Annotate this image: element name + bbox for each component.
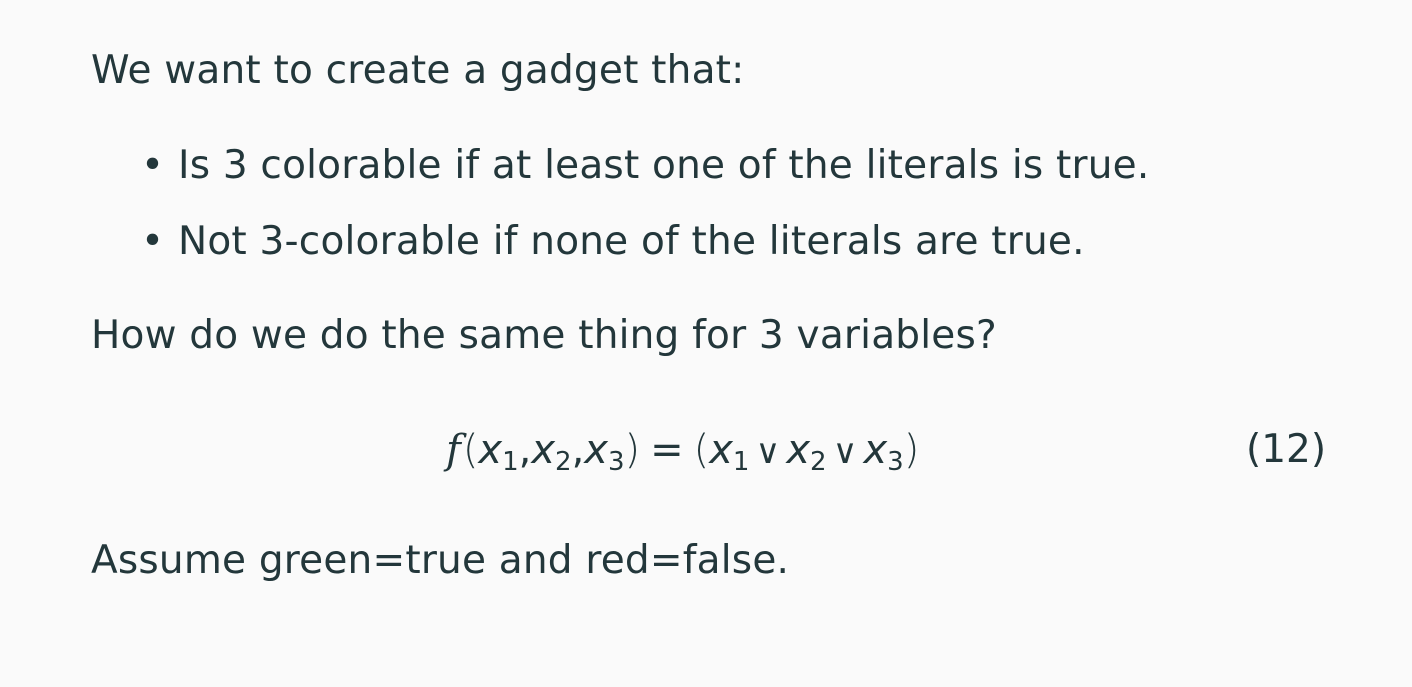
equation-subscript: 3: [607, 447, 625, 477]
bullet-icon: •: [141, 219, 165, 264]
equation-variable: x: [709, 427, 733, 473]
equation-or-operator: ∨: [755, 432, 781, 472]
equation-variable: x: [584, 427, 608, 473]
equation-number: (12): [1246, 427, 1327, 472]
equation-comma: ,: [571, 427, 585, 473]
equation-subscript: 1: [502, 447, 519, 477]
equation-equals: =: [650, 427, 684, 473]
equation: f(x1,x2,x3) = (x1 ∨ x2 ∨ x3): [446, 425, 919, 487]
equation-variable: x: [863, 427, 888, 473]
equation-or-operator: ∨: [832, 432, 858, 472]
question-paragraph: How do we do the same thing for 3 variab…: [91, 313, 997, 358]
equation-function: f: [446, 427, 461, 473]
slide: We want to create a gadget that: • Is 3 …: [0, 0, 1412, 687]
bullet-icon: •: [141, 143, 165, 188]
equation-close-paren: ): [624, 427, 641, 473]
equation-subscript: 2: [555, 447, 572, 477]
equation-subscript: 1: [732, 447, 750, 477]
equation-subscript: 2: [810, 447, 827, 477]
equation-open-paren: (: [693, 427, 710, 473]
bullet-text: Not 3-colorable if none of the literals …: [178, 219, 1085, 264]
bullet-text: Is 3 colorable if at least one of the li…: [178, 143, 1150, 188]
equation-variable: x: [478, 427, 503, 473]
equation-close-paren: ): [903, 427, 920, 473]
intro-paragraph: We want to create a gadget that:: [91, 48, 745, 93]
equation-open-paren: (: [462, 427, 479, 473]
equation-comma: ,: [518, 427, 532, 473]
assumption-paragraph: Assume green=true and red=false.: [91, 538, 790, 583]
equation-subscript: 3: [887, 447, 904, 477]
equation-variable: x: [786, 427, 811, 473]
equation-variable: x: [531, 427, 556, 473]
